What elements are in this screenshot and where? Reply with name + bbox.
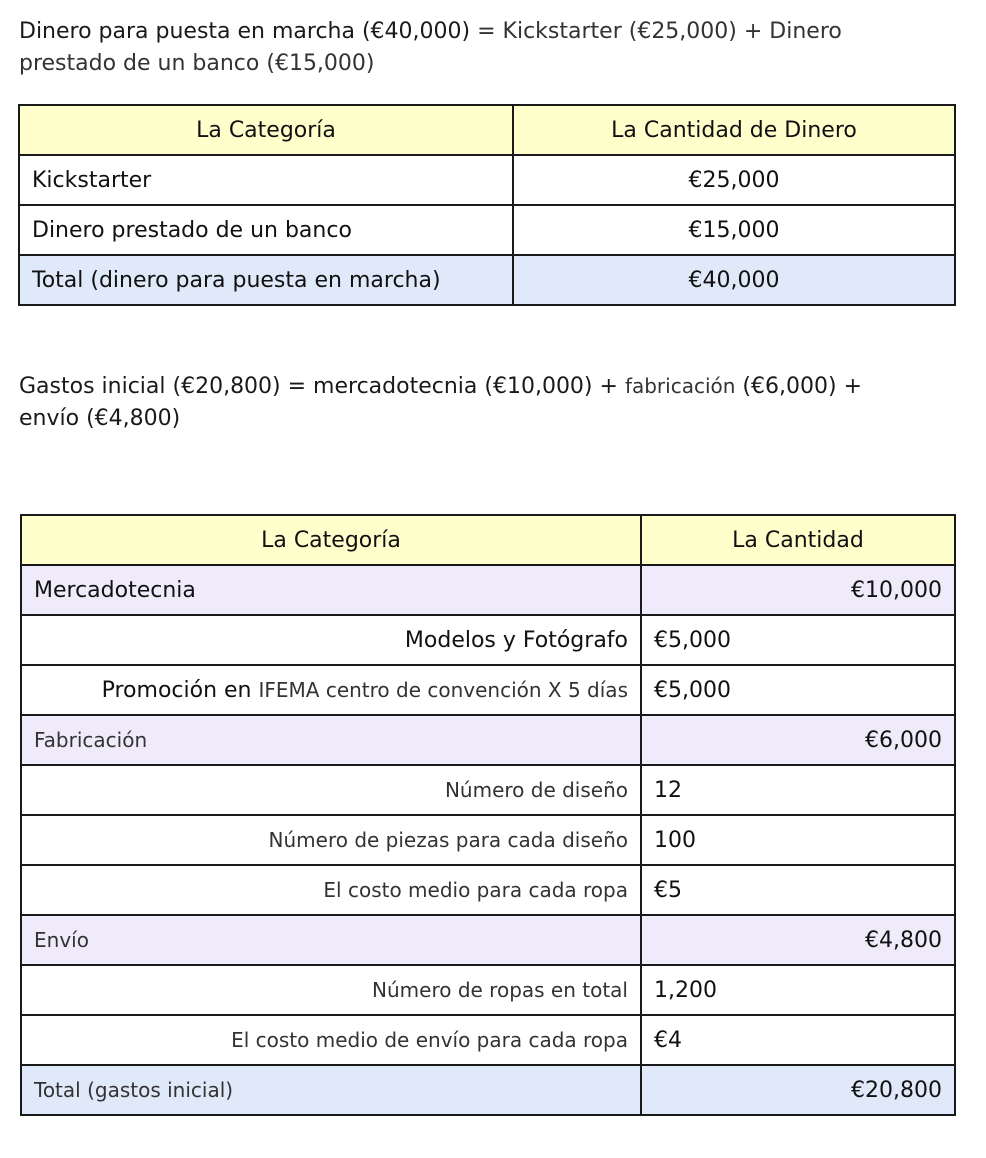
startup-money-equation-part: Dinero para puesta en marcha (€40,000) xyxy=(19,19,471,44)
table-header-row: La Categoría La Cantidad xyxy=(20,514,956,566)
column-header-category: La Categoría xyxy=(18,104,514,156)
total-amount-cell: €20,800 xyxy=(640,1064,956,1116)
category-cell: Dinero prestado de un banco xyxy=(18,204,514,256)
item-label: Número de piezas para cada diseño xyxy=(20,814,642,866)
startup-money-equation: Dinero para puesta en marcha (€40,000) =… xyxy=(19,16,959,80)
amount-cell: €15,000 xyxy=(512,204,956,256)
startup-money-equation-part: = Kickstarter (€25,000) + Dinero xyxy=(470,19,842,44)
expenses-equation-part: Gastos inicial (€20,800) = mercadotecnia… xyxy=(19,374,625,399)
table-row: Dinero prestado de un banco €15,000 xyxy=(18,204,956,256)
expenses-equation: Gastos inicial (€20,800) = mercadotecnia… xyxy=(19,370,969,435)
table-row: Promoción en IFEMA centro de convención … xyxy=(20,664,956,716)
group-label: Fabricación xyxy=(20,714,642,766)
startup-money-equation-part: prestado de un banco (€15,000) xyxy=(19,51,375,76)
table-row: Kickstarter €25,000 xyxy=(18,154,956,206)
item-value: €5 xyxy=(640,864,956,916)
total-label-cell: Total (gastos inicial) xyxy=(20,1064,642,1116)
table-row: Modelos y Fotógrafo €5,000 xyxy=(20,614,956,666)
amount-cell: €25,000 xyxy=(512,154,956,206)
table-row: Número de diseño 12 xyxy=(20,764,956,816)
item-label: El costo medio para cada ropa xyxy=(20,864,642,916)
expenses-equation-part: (€6,000) + xyxy=(735,374,863,399)
total-row: Total (dinero para puesta en marcha) €40… xyxy=(18,254,956,306)
group-row-marketing: Mercadotecnia €10,000 xyxy=(20,564,956,616)
total-row: Total (gastos inicial) €20,800 xyxy=(20,1064,956,1116)
expenses-table: La Categoría La Cantidad Mercadotecnia €… xyxy=(20,514,956,1116)
item-label-part: Promoción en xyxy=(101,677,259,703)
item-label: Promoción en IFEMA centro de convención … xyxy=(20,664,642,716)
column-header-category: La Categoría xyxy=(20,514,642,566)
expenses-equation-part: envío (€4,800) xyxy=(19,406,181,431)
group-amount: €10,000 xyxy=(640,564,956,616)
table-row: El costo medio de envío para cada ropa €… xyxy=(20,1014,956,1066)
expenses-equation-part: fabricación xyxy=(624,374,736,398)
item-value: 1,200 xyxy=(640,964,956,1016)
group-label: Envío xyxy=(20,914,642,966)
funding-table: La Categoría La Cantidad de Dinero Kicks… xyxy=(18,104,956,306)
table-row: Número de piezas para cada diseño 100 xyxy=(20,814,956,866)
category-cell: Kickstarter xyxy=(18,154,514,206)
group-row-shipping: Envío €4,800 xyxy=(20,914,956,966)
total-label-cell: Total (dinero para puesta en marcha) xyxy=(18,254,514,306)
item-value: €4 xyxy=(640,1014,956,1066)
table-row: Número de ropas en total 1,200 xyxy=(20,964,956,1016)
table-row: El costo medio para cada ropa €5 xyxy=(20,864,956,916)
table-header-row: La Categoría La Cantidad de Dinero xyxy=(18,104,956,156)
group-label: Mercadotecnia xyxy=(20,564,642,616)
item-value: 12 xyxy=(640,764,956,816)
group-amount: €6,000 xyxy=(640,714,956,766)
item-value: €5,000 xyxy=(640,614,956,666)
item-label: Modelos y Fotógrafo xyxy=(20,614,642,666)
column-header-amount: La Cantidad de Dinero xyxy=(512,104,956,156)
column-header-amount: La Cantidad xyxy=(640,514,956,566)
group-amount: €4,800 xyxy=(640,914,956,966)
group-row-manufacturing: Fabricación €6,000 xyxy=(20,714,956,766)
item-label: Número de ropas en total xyxy=(20,964,642,1016)
item-label: El costo medio de envío para cada ropa xyxy=(20,1014,642,1066)
item-value: €5,000 xyxy=(640,664,956,716)
total-amount-cell: €40,000 xyxy=(512,254,956,306)
item-value: 100 xyxy=(640,814,956,866)
item-label: Número de diseño xyxy=(20,764,642,816)
item-label-part: IFEMA centro de convención X 5 días xyxy=(258,677,628,702)
